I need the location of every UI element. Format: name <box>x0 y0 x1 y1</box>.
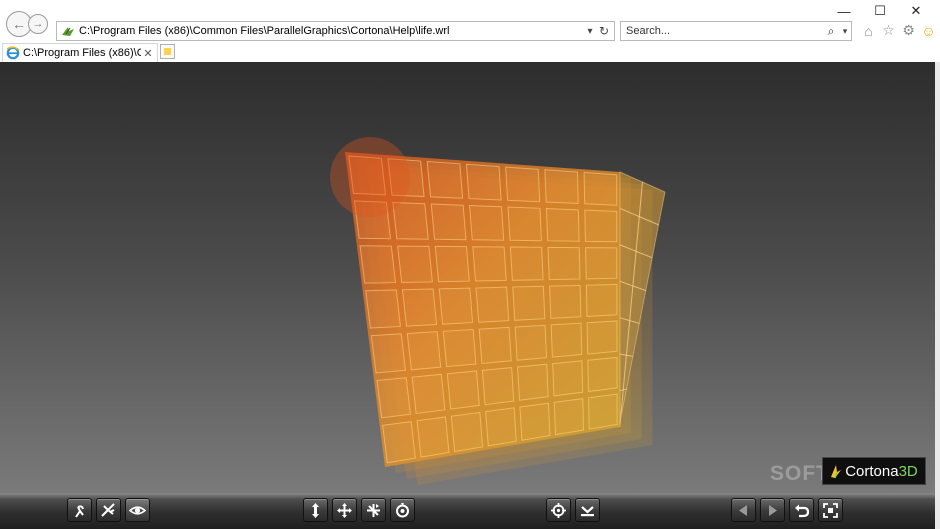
plan-icon <box>312 502 319 518</box>
new-tab-button[interactable] <box>160 44 175 59</box>
address-url[interactable]: C:\Program Files (x86)\Common Files\Para… <box>77 25 583 37</box>
browser-chrome: — ☐ ✕ ← → C:\Program Files (x86)\Common … <box>0 0 940 62</box>
turn-icon <box>367 503 380 517</box>
movement-mode-group <box>67 498 150 522</box>
cortona-navigation-bar <box>0 493 935 529</box>
fly-icon <box>101 502 115 517</box>
roll-icon <box>396 502 409 517</box>
forward-button[interactable]: → <box>28 14 48 34</box>
maximize-button[interactable]: ☐ <box>862 2 898 20</box>
restore-icon <box>795 504 810 517</box>
search-dropdown-icon[interactable]: ▾ <box>839 26 851 37</box>
plan-button[interactable] <box>303 498 328 522</box>
walk-button[interactable] <box>67 498 92 522</box>
previous-viewpoint-button[interactable] <box>731 498 756 522</box>
prev-viewpoint-icon <box>739 504 747 516</box>
ie-icon <box>6 46 20 60</box>
pan-button[interactable] <box>332 498 357 522</box>
navigation-action-group <box>303 498 415 522</box>
star-icon[interactable]: ☆ <box>880 22 897 39</box>
fly-button[interactable] <box>96 498 121 522</box>
toolbar-icons: ⌂ ☆ ⚙ ☺ <box>860 22 937 39</box>
restore-button[interactable] <box>789 498 814 522</box>
cell-cube <box>330 137 666 485</box>
window-controls: — ☐ ✕ <box>826 2 934 20</box>
refresh-icon[interactable]: ↻ <box>597 24 611 38</box>
view-tools-group <box>546 498 600 522</box>
logo-text: Cortona3D <box>845 462 918 480</box>
navigation-buttons: ← → <box>6 11 50 37</box>
fit-button[interactable] <box>818 498 843 522</box>
cortona3d-logo[interactable]: Cortona3D <box>822 457 926 485</box>
study-button[interactable] <box>125 498 150 522</box>
align-icon <box>581 505 594 516</box>
tab-close-icon[interactable]: ✕ <box>141 47 155 60</box>
next-viewpoint-icon <box>769 504 777 516</box>
tab-title: C:\Program Files (x86)\Co... <box>23 47 141 59</box>
next-viewpoint-button[interactable] <box>760 498 785 522</box>
close-window-button[interactable]: ✕ <box>898 2 934 20</box>
walk-icon <box>75 504 84 518</box>
turn-button[interactable] <box>361 498 386 522</box>
vrml-viewport[interactable]: SOFTPEDIA Cortona3D <box>0 62 935 493</box>
home-icon[interactable]: ⌂ <box>860 22 877 39</box>
gear-icon[interactable]: ⚙ <box>900 22 917 39</box>
viewpoint-group <box>731 498 843 522</box>
align-button[interactable] <box>575 498 600 522</box>
fit-icon <box>823 502 838 518</box>
cortona-page-icon <box>59 22 77 40</box>
search-box[interactable]: Search... ⌕ ▾ <box>620 21 852 41</box>
goto-button[interactable] <box>546 498 571 522</box>
pan-icon <box>337 502 352 518</box>
tab-life-wrl[interactable]: C:\Program Files (x86)\Co... ✕ <box>2 43 158 62</box>
study-icon <box>129 505 146 515</box>
life-cube-scene <box>330 137 666 485</box>
address-dropdown-icon[interactable]: ▾ <box>583 26 597 37</box>
cortona-logo-icon <box>831 465 842 479</box>
roll-button[interactable] <box>390 498 415 522</box>
search-icon[interactable]: ⌕ <box>823 24 839 39</box>
search-input[interactable]: Search... <box>621 25 823 37</box>
address-bar[interactable]: C:\Program Files (x86)\Common Files\Para… <box>56 21 615 41</box>
vertical-scrollbar[interactable] <box>935 62 940 529</box>
minimize-button[interactable]: — <box>826 2 862 20</box>
goto-icon <box>551 502 566 518</box>
smiley-icon[interactable]: ☺ <box>920 22 937 39</box>
